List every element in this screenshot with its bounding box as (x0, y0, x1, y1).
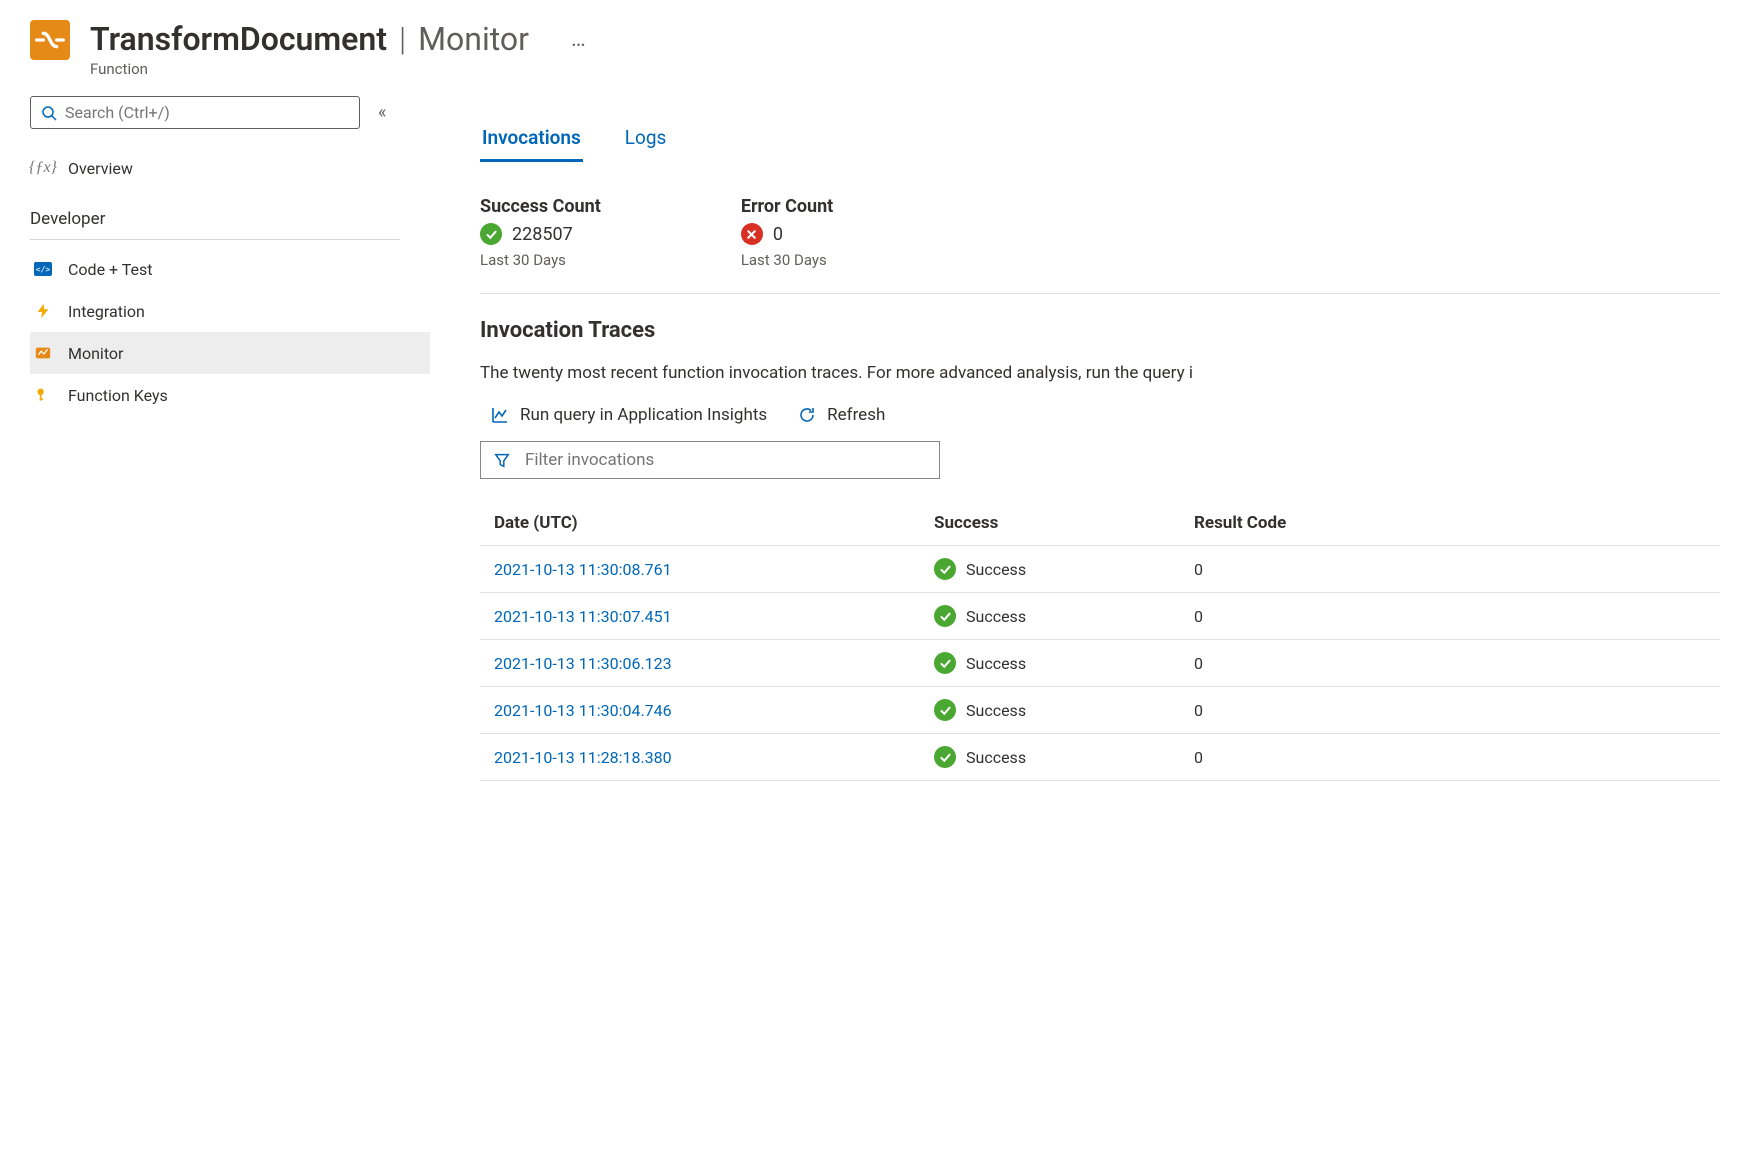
trace-status: Success (966, 607, 1026, 626)
page-title: TransformDocument (90, 20, 387, 58)
trace-status: Success (966, 748, 1026, 767)
checkmark-icon (934, 699, 956, 721)
sidebar-item-integration[interactable]: Integration (30, 290, 430, 332)
trace-result-code: 0 (1180, 687, 1720, 734)
monitor-icon (32, 342, 54, 364)
stats-row: Success Count 228507 Last 30 Days Error … (480, 196, 1720, 294)
svg-text:</>: </> (36, 265, 51, 274)
sidebar-item-overview[interactable]: {ƒx} Overview (30, 147, 430, 189)
trace-result-code: 0 (1180, 546, 1720, 593)
trace-result-code: 0 (1180, 734, 1720, 781)
sidebar: « {ƒx} Overview Developer </> Code + Tes… (30, 96, 430, 781)
filter-icon (493, 451, 511, 469)
table-row: 2021-10-13 11:30:08.761 Success 0 (480, 546, 1720, 593)
stat-title: Error Count (741, 196, 833, 217)
table-row: 2021-10-13 11:30:04.746 Success 0 (480, 687, 1720, 734)
refresh-label: Refresh (827, 405, 885, 425)
sidebar-item-function-keys[interactable]: Function Keys (30, 374, 430, 416)
more-menu-button[interactable]: … (571, 27, 588, 52)
trace-date-link[interactable]: 2021-10-13 11:30:06.123 (494, 654, 672, 673)
trace-date-link[interactable]: 2021-10-13 11:30:08.761 (494, 560, 672, 579)
sidebar-section-developer: Developer (30, 189, 400, 240)
trace-status: Success (966, 560, 1026, 579)
table-row: 2021-10-13 11:28:18.380 Success 0 (480, 734, 1720, 781)
tab-logs[interactable]: Logs (623, 124, 669, 162)
trace-result-code: 0 (1180, 593, 1720, 640)
trace-result-code: 0 (1180, 640, 1720, 687)
refresh-button[interactable]: Refresh (797, 405, 885, 425)
table-row: 2021-10-13 11:30:06.123 Success 0 (480, 640, 1720, 687)
title-separator: | (399, 20, 406, 58)
filter-input[interactable] (525, 450, 927, 470)
sidebar-item-monitor[interactable]: Monitor (30, 332, 430, 374)
main-content: Invocations Logs Success Count 228507 La… (430, 96, 1720, 781)
fx-icon: {ƒx} (32, 157, 54, 179)
invocation-traces-heading: Invocation Traces (480, 318, 1720, 343)
search-box[interactable] (30, 96, 360, 129)
page-header: TransformDocument | Monitor … Function (30, 20, 1720, 78)
resource-kind: Function (90, 60, 588, 78)
stat-subtitle: Last 30 Days (741, 251, 833, 269)
sidebar-item-label: Integration (68, 302, 145, 321)
error-icon (741, 223, 763, 245)
invocation-traces-table: Date (UTC) Success Result Code 2021-10-1… (480, 501, 1720, 781)
refresh-icon (797, 405, 817, 425)
tab-bar: Invocations Logs (480, 124, 1720, 162)
sidebar-item-label: Code + Test (68, 260, 153, 279)
lightning-icon (32, 300, 54, 322)
sidebar-item-label: Monitor (68, 344, 123, 363)
checkmark-icon (480, 223, 502, 245)
invocation-traces-description: The twenty most recent function invocati… (480, 363, 1720, 383)
stat-error: Error Count 0 Last 30 Days (741, 196, 833, 269)
column-success[interactable]: Success (920, 501, 1180, 546)
search-input[interactable] (65, 103, 349, 122)
sidebar-item-label: Overview (68, 159, 133, 178)
page-subtitle: Monitor (418, 20, 529, 58)
checkmark-icon (934, 558, 956, 580)
search-icon (41, 105, 57, 121)
trace-date-link[interactable]: 2021-10-13 11:28:18.380 (494, 748, 672, 767)
column-result-code[interactable]: Result Code (1180, 501, 1720, 546)
stat-subtitle: Last 30 Days (480, 251, 601, 269)
stat-value: 228507 (512, 224, 573, 245)
trace-date-link[interactable]: 2021-10-13 11:30:07.451 (494, 607, 672, 626)
trace-date-link[interactable]: 2021-10-13 11:30:04.746 (494, 701, 672, 720)
sidebar-item-code-test[interactable]: </> Code + Test (30, 248, 430, 290)
run-query-button[interactable]: Run query in Application Insights (490, 405, 767, 425)
key-icon (32, 384, 54, 406)
stat-success: Success Count 228507 Last 30 Days (480, 196, 601, 269)
checkmark-icon (934, 746, 956, 768)
stat-title: Success Count (480, 196, 601, 217)
column-date[interactable]: Date (UTC) (480, 501, 920, 546)
checkmark-icon (934, 652, 956, 674)
table-row: 2021-10-13 11:30:07.451 Success 0 (480, 593, 1720, 640)
trace-status: Success (966, 701, 1026, 720)
chart-icon (490, 405, 510, 425)
code-icon: </> (32, 258, 54, 280)
tab-invocations[interactable]: Invocations (480, 124, 583, 162)
trace-status: Success (966, 654, 1026, 673)
stat-value: 0 (773, 224, 783, 245)
collapse-sidebar-button[interactable]: « (378, 102, 386, 123)
sidebar-item-label: Function Keys (68, 386, 168, 405)
function-app-icon (30, 20, 70, 60)
filter-invocations-box[interactable] (480, 441, 940, 479)
checkmark-icon (934, 605, 956, 627)
run-query-label: Run query in Application Insights (520, 405, 767, 425)
